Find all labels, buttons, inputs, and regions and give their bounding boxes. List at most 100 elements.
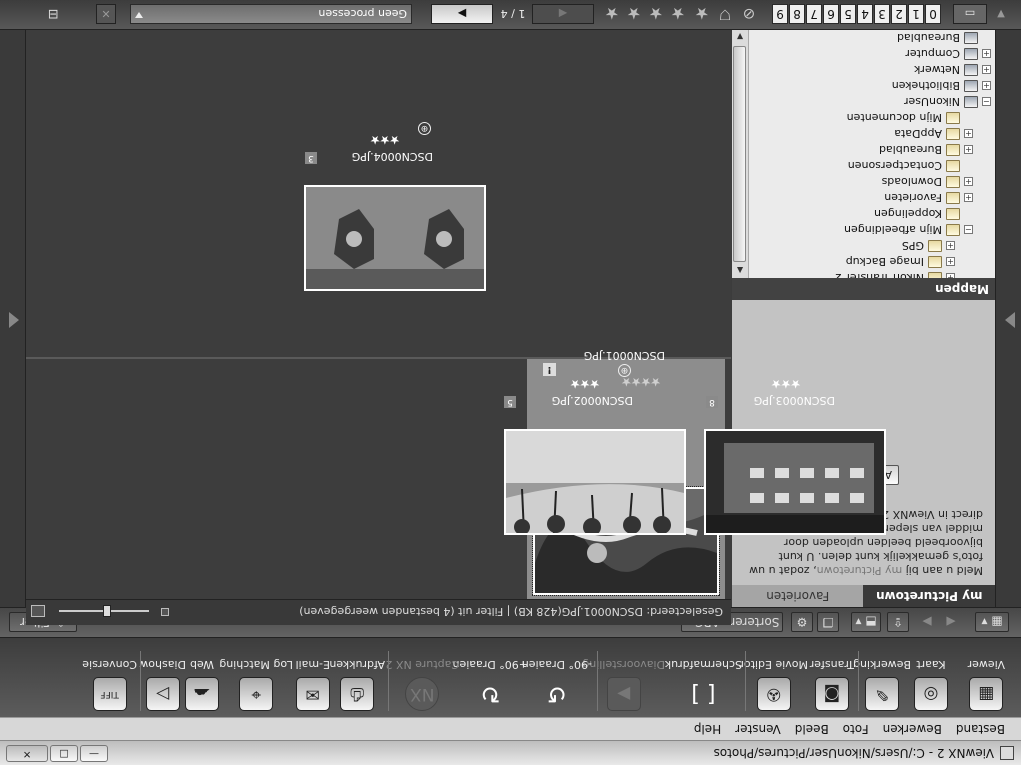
tab-my-picturetown[interactable]: my Picturetown [863,585,995,607]
label-2-button[interactable]: 2 [891,4,907,24]
tree-toggle-icon[interactable]: + [964,145,973,155]
maximize-button[interactable]: □ [50,745,78,762]
tree-toggle-icon[interactable]: + [964,129,973,139]
panel-toggle-icon[interactable]: ▼ [989,4,1013,24]
tree-item[interactable]: − Mijn afbeeldingen [844,222,973,238]
cancel-process-icon[interactable]: ✕ [96,4,116,24]
rating-star-1-icon[interactable]: ★ [695,4,709,23]
tree-item[interactable]: + Downloads [882,174,973,190]
forward-arrow-icon[interactable]: ▶ [917,612,937,632]
folder-up-icon[interactable]: ⇪ [887,612,909,632]
rotate-right-button[interactable]: ↻ +90° Draaien [453,658,528,711]
tree-toggle-icon[interactable]: + [964,177,973,187]
slider-knob[interactable] [103,605,111,617]
tree-item[interactable]: + Computer [905,46,991,62]
label-9-button[interactable]: 9 [772,4,788,24]
print-button[interactable]: ⎙ Afdrukken [329,658,385,711]
menu-bewerken[interactable]: Bewerken [877,722,948,736]
thumbnail-image[interactable] [504,429,686,535]
tree-scrollbar[interactable]: ▲ ▼ [732,30,749,278]
rating-star-2-icon[interactable]: ★ [671,4,685,23]
menu-venster[interactable]: Venster [729,722,787,736]
no-rating-icon[interactable]: ⊘ [739,4,759,24]
prev-arrow-icon: ◀ [558,7,568,21]
settings-icon[interactable]: ⚙ [791,612,813,632]
email-button[interactable]: ✉ E-mail [296,658,330,711]
tree-item[interactable]: Mijn documenten [847,110,973,126]
process-select[interactable]: Geen processen [130,4,412,24]
tree-item[interactable]: Contactpersonen [848,158,973,174]
tree-item[interactable]: + Bureaublad [879,142,973,158]
conversion-button[interactable]: TIFF Conversie [82,658,137,711]
tree-toggle-icon[interactable]: + [982,65,991,75]
tree-toggle-icon[interactable]: + [982,81,991,91]
label-dropdown-icon[interactable]: ⬒ ▾ [851,612,881,632]
log-matching-button[interactable]: ⌖ Log Matching [219,658,293,711]
tree-item[interactable]: + Nikon Transfer 2 [835,270,955,278]
edit-button[interactable]: ✎ Bewerking [853,658,911,711]
tree-toggle-icon[interactable]: + [964,193,973,203]
tree-item[interactable]: + GPS [902,238,955,254]
tree-toggle-icon[interactable]: − [982,97,991,107]
label-4-button[interactable]: 4 [857,4,873,24]
tree-item[interactable]: − NikonUser [904,94,991,110]
tree-item[interactable]: + Favorieten [884,190,973,206]
label-1-button[interactable]: 1 [908,4,924,24]
rotate-left-button[interactable]: ↺ -90° Draaien [522,658,592,711]
protect-icon[interactable]: ⛉ [715,4,735,24]
tab-favorites[interactable]: Favorieten [732,585,864,607]
tree-item[interactable]: + Image Backup [846,254,955,270]
tree-item[interactable]: + AppData [894,126,973,142]
menu-bestand[interactable]: Bestand [950,722,1011,736]
scroll-down-icon[interactable]: ▼ [732,30,748,44]
tree-toggle-icon[interactable]: + [982,49,991,59]
diashow-button[interactable]: ▷ Diashow [139,658,186,711]
process-history-icon[interactable]: ⊟ [43,4,63,24]
tree-item[interactable]: Bureaublad [897,30,991,46]
menu-beeld[interactable]: Beeld [789,722,835,736]
prev-page-button[interactable]: ◀ [532,4,594,24]
label-5-button[interactable]: 5 [840,4,856,24]
label-7-button[interactable]: 7 [806,4,822,24]
rating-star-3-icon[interactable]: ★ [649,4,663,23]
tree-toggle-icon[interactable]: + [946,273,955,278]
close-button[interactable]: ✕ [6,745,48,762]
thumbnail-image[interactable] [304,185,486,291]
label-6-button[interactable]: 6 [823,4,839,24]
menu-foto[interactable]: Foto [837,722,875,736]
scroll-thumb[interactable] [733,46,746,262]
left-panel-toggle[interactable] [995,30,1021,607]
thumbnail-size-slider[interactable] [31,605,169,617]
tree-toggle-icon[interactable]: − [964,225,973,235]
label-3-button[interactable]: 3 [874,4,890,24]
back-arrow-icon[interactable]: ◀ [941,612,961,632]
tree-item[interactable]: Koppelingen [874,206,973,222]
viewer-button[interactable]: ▦ Viewer [968,658,1005,711]
transfer-button[interactable]: ◙ Transfer [810,658,854,711]
warning-icon: ! [543,363,556,376]
label-color-button[interactable]: ▭ [953,4,987,24]
next-page-button[interactable]: ▶ [431,4,493,24]
map-button[interactable]: ◎ Kaart [914,658,948,711]
app-icon [1000,746,1014,760]
picturetown-link[interactable]: my Picturetown [817,564,903,577]
right-panel-toggle[interactable] [0,30,26,607]
tree-item[interactable]: + Bibliotheken [892,78,991,94]
web-button[interactable]: ☁ Web [185,658,219,711]
rating-star-5-icon[interactable]: ★ [605,4,619,23]
movie-editor-button[interactable]: ✇ Movie Editor [739,658,808,711]
tree-item[interactable]: + Netwerk [914,62,991,78]
menu-help[interactable]: Help [688,722,727,736]
folder-icon [964,48,978,60]
stack-icon[interactable]: ❐ [817,612,839,632]
view-mode-button[interactable]: ▦ ▾ [975,612,1009,632]
tree-toggle-icon[interactable]: + [946,241,955,251]
thumbnail-image[interactable] [704,429,886,535]
label-0-button[interactable]: 0 [925,4,941,24]
screenshot-button[interactable]: [ ] Schermafdruk [665,658,742,711]
minimize-button[interactable]: — [80,745,108,762]
rating-star-4-icon[interactable]: ★ [627,4,641,23]
scroll-up-icon[interactable]: ▲ [732,264,748,278]
label-8-button[interactable]: 8 [789,4,805,24]
tree-toggle-icon[interactable]: + [946,257,955,267]
